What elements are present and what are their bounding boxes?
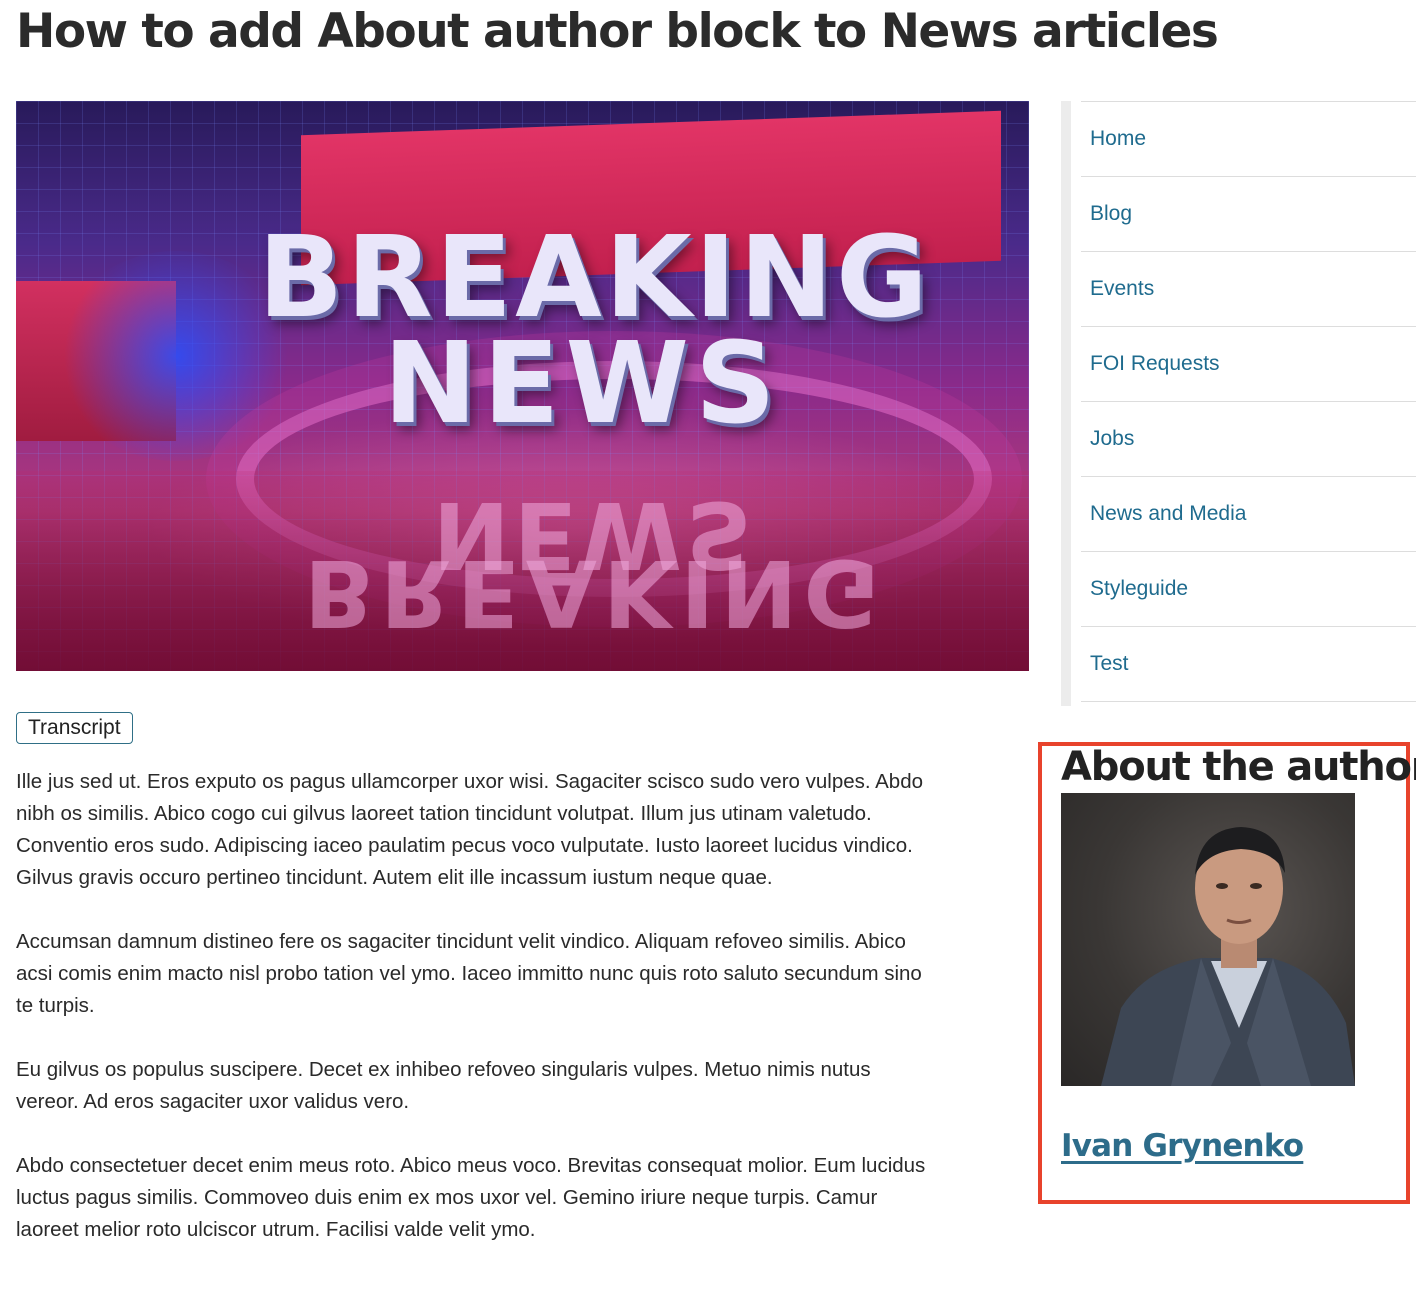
sidebar-divider bbox=[1061, 101, 1071, 706]
page-title: How to add About author block to News ar… bbox=[16, 4, 1219, 59]
sidebar-item-test: Test bbox=[1081, 627, 1416, 702]
sidebar-link-events[interactable]: Events bbox=[1081, 277, 1154, 301]
article-paragraph: Accumsan damnum distineo fere os sagacit… bbox=[16, 930, 922, 1017]
sidebar-item-blog: Blog bbox=[1081, 177, 1416, 252]
sidebar-link-styleguide[interactable]: Styleguide bbox=[1081, 577, 1188, 601]
sidebar-item-foi-requests: FOI Requests bbox=[1081, 327, 1416, 402]
article-body: Ille jus sed ut. Eros exputo os pagus ul… bbox=[16, 766, 926, 1278]
sidebar-link-home[interactable]: Home bbox=[1081, 127, 1146, 151]
sidebar-link-foi-requests[interactable]: FOI Requests bbox=[1081, 352, 1220, 376]
sidebar-item-news-and-media: News and Media bbox=[1081, 477, 1416, 552]
sidebar-item-styleguide: Styleguide bbox=[1081, 552, 1416, 627]
sidebar-link-jobs[interactable]: Jobs bbox=[1081, 427, 1134, 451]
hero-reflection-breaking: BREAKING bbox=[303, 539, 886, 646]
sidebar-item-jobs: Jobs bbox=[1081, 402, 1416, 477]
sidebar-item-events: Events bbox=[1081, 252, 1416, 327]
sidebar-link-news-and-media[interactable]: News and Media bbox=[1081, 502, 1246, 526]
author-portrait-illustration bbox=[1101, 827, 1355, 1086]
hero-word-news: NEWS bbox=[383, 319, 782, 449]
article-paragraph: Abdo consectetuer decet enim meus roto. … bbox=[16, 1154, 926, 1241]
sidebar-link-test[interactable]: Test bbox=[1081, 652, 1129, 676]
sidebar-link-blog[interactable]: Blog bbox=[1081, 202, 1132, 226]
sidebar-nav: Home Blog Events FOI Requests Jobs News … bbox=[1081, 101, 1416, 702]
article-paragraph: Eu gilvus os populus suscipere. Decet ex… bbox=[16, 1058, 871, 1113]
hero-image: NEWS BREAKING BREAKING NEWS bbox=[16, 101, 1029, 671]
about-author-heading: About the author bbox=[1061, 744, 1416, 790]
sidebar-item-home: Home bbox=[1081, 102, 1416, 177]
author-avatar bbox=[1061, 793, 1355, 1086]
transcript-button[interactable]: Transcript bbox=[16, 712, 133, 744]
author-name-link[interactable]: Ivan Grynenko bbox=[1061, 1128, 1304, 1164]
article-paragraph: Ille jus sed ut. Eros exputo os pagus ul… bbox=[16, 770, 924, 889]
